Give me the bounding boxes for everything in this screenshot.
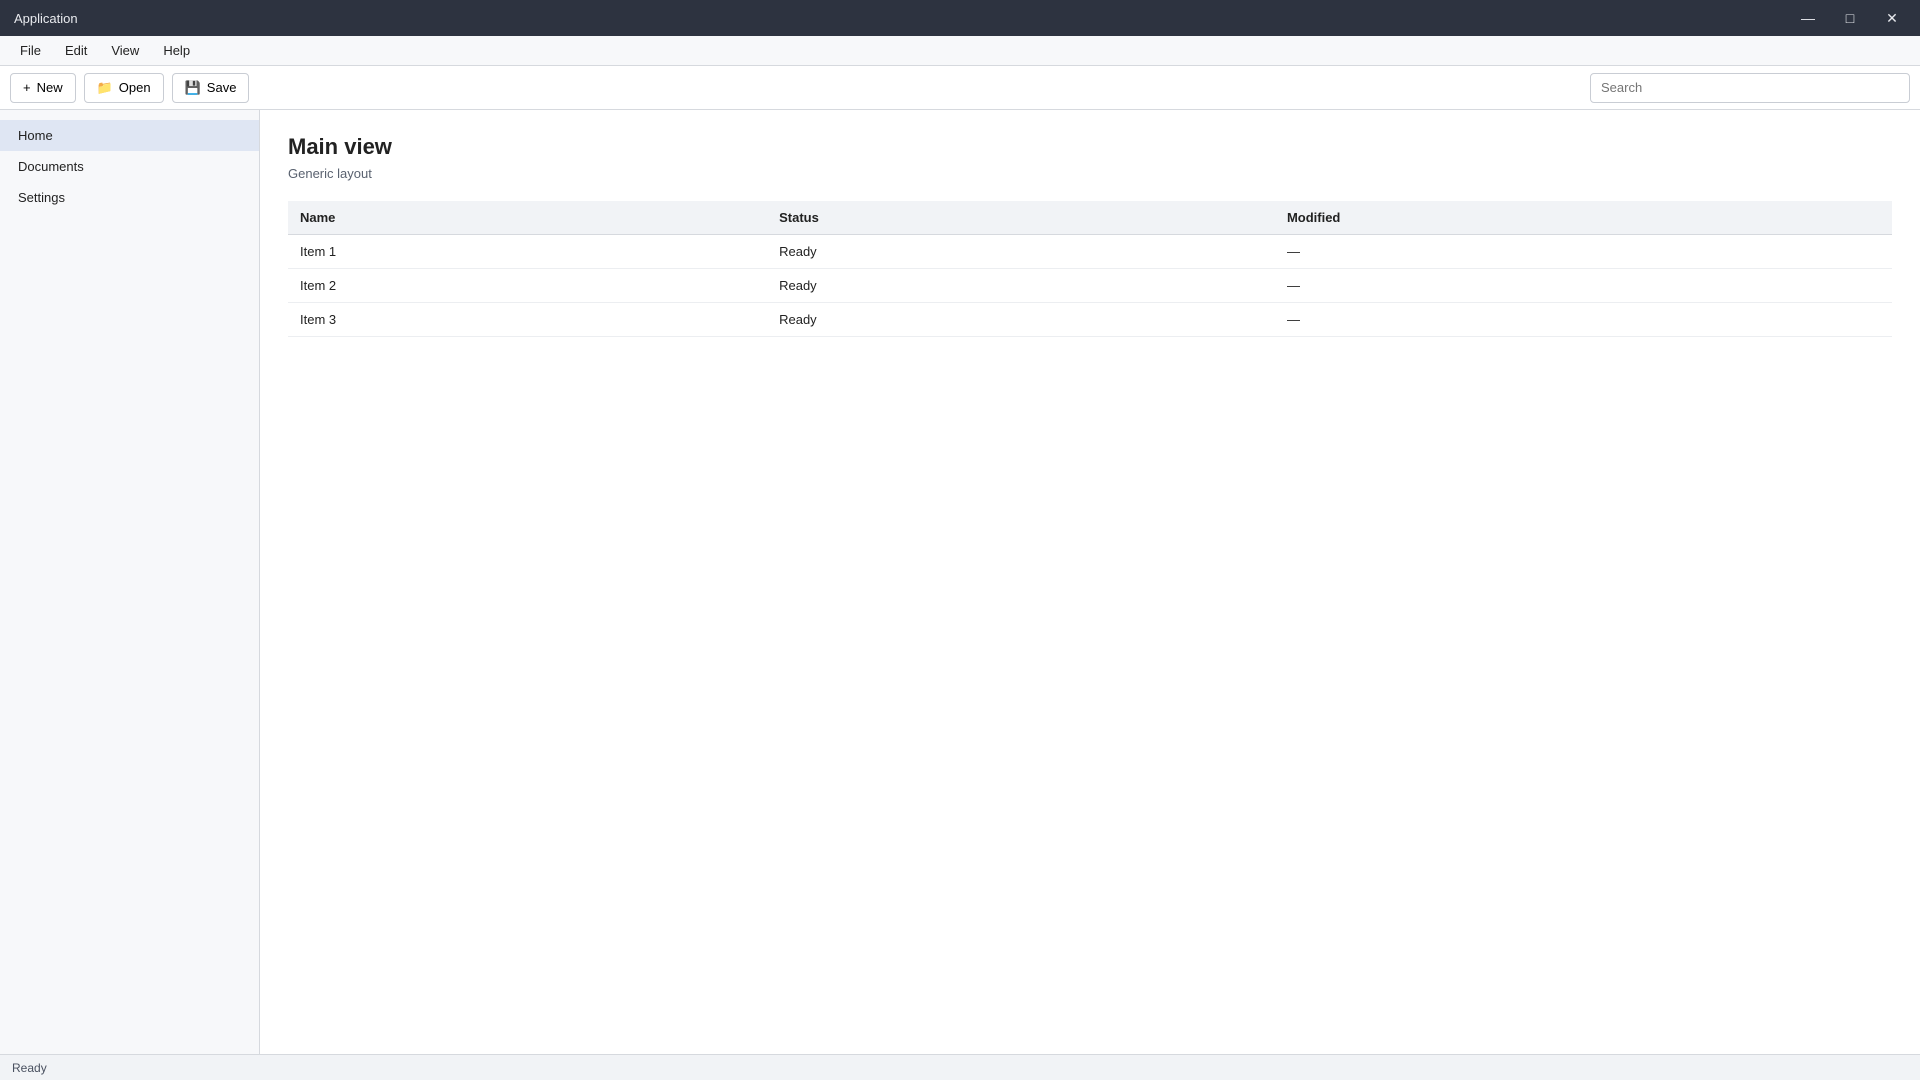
table-cell: Item 1 (288, 234, 768, 269)
table-cell: Ready (767, 268, 1275, 303)
table-row[interactable]: Item 3 Ready — (288, 302, 1892, 337)
save-button-label: Save (206, 80, 237, 95)
page-title: Main view (288, 134, 392, 159)
status-bar: Ready (0, 1054, 1920, 1080)
app-window: Application — □ ✕ File Edit View Help + … (0, 0, 1920, 1080)
save-icon: 💾 (184, 79, 201, 95)
menu-help[interactable]: Help (153, 39, 200, 62)
column-header[interactable]: Modified (1274, 201, 1892, 235)
sidebar-item-documents[interactable]: Documents (0, 151, 259, 182)
toolbar: + New 📁 Open 💾 Save (0, 66, 1920, 110)
content-area: Home Documents Settings Main view Generi… (0, 110, 1920, 1054)
table-row[interactable]: Item 1 Ready — (288, 234, 1892, 269)
data-table: Name Status Modified Item 1 Ready — Item… (288, 201, 1892, 337)
plus-icon: + (23, 80, 31, 95)
table-cell: Item 3 (288, 302, 768, 337)
sidebar-item-settings[interactable]: Settings (0, 182, 259, 213)
window-controls: — □ ✕ (1788, 4, 1912, 32)
maximize-button[interactable]: □ (1830, 4, 1870, 32)
folder-icon: 📁 (96, 79, 113, 95)
menu-file[interactable]: File (10, 39, 51, 62)
close-button[interactable]: ✕ (1872, 4, 1912, 32)
table-cell: — (1274, 234, 1892, 269)
search-input[interactable] (1590, 72, 1910, 103)
table-cell: Ready (767, 302, 1275, 337)
page-subtitle: Generic layout (288, 166, 372, 181)
open-button[interactable]: 📁 Open (83, 72, 164, 103)
table-cell: — (1274, 268, 1892, 303)
menu-edit[interactable]: Edit (55, 39, 97, 62)
sidebar: Home Documents Settings (0, 110, 260, 1054)
status-text: Ready (12, 1060, 47, 1075)
menu-bar: File Edit View Help (0, 36, 1920, 66)
new-button[interactable]: + New (10, 72, 76, 103)
column-header[interactable]: Name (288, 201, 768, 235)
new-button-label: New (36, 80, 63, 95)
table-cell: Item 2 (288, 268, 768, 303)
table-row[interactable]: Item 2 Ready — (288, 268, 1892, 303)
table-cell: — (1274, 302, 1892, 337)
table-cell: Ready (767, 234, 1275, 269)
table-header-row: Name Status Modified (288, 201, 1892, 235)
minimize-button[interactable]: — (1788, 4, 1828, 32)
title-bar: Application — □ ✕ (0, 0, 1920, 36)
column-header[interactable]: Status (767, 201, 1275, 235)
window-title: Application (14, 10, 78, 26)
main-panel: Main view Generic layout Name Status Mod… (260, 110, 1920, 1054)
menu-view[interactable]: View (101, 39, 149, 62)
sidebar-item-home[interactable]: Home (0, 120, 259, 151)
save-button[interactable]: 💾 Save (171, 72, 250, 103)
open-button-label: Open (118, 80, 151, 95)
